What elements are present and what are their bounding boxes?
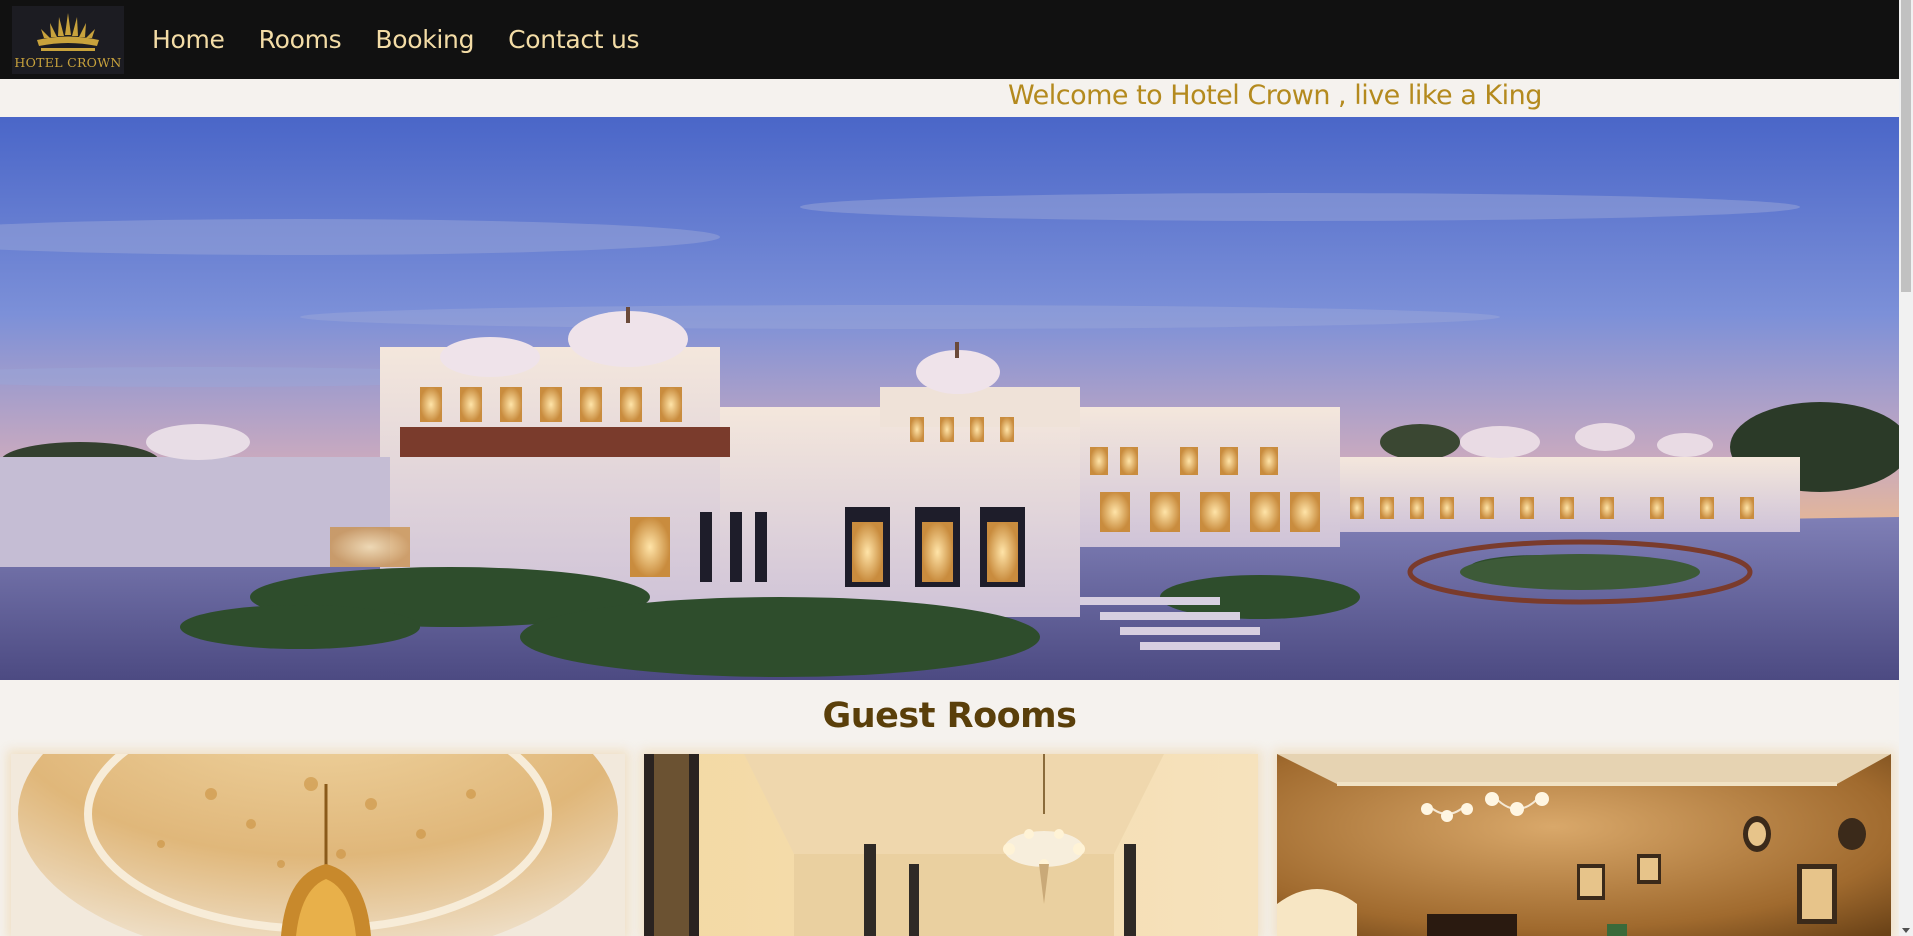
guest-rooms-title: Guest Rooms <box>822 696 1077 736</box>
logo-text: HOTEL CROWN <box>14 55 122 70</box>
chevron-down-icon[interactable] <box>1902 928 1910 933</box>
room-card-3[interactable] <box>1277 754 1891 936</box>
welcome-text: Welcome to Hotel Crown , live like a Kin… <box>1008 80 1542 111</box>
nav-contact[interactable]: Contact us <box>508 25 639 54</box>
main-nav: Home Rooms Booking Contact us <box>152 0 640 79</box>
page-scrollbar[interactable] <box>1899 0 1913 936</box>
nav-home[interactable]: Home <box>152 25 225 54</box>
room-card-2[interactable] <box>644 754 1258 936</box>
crown-icon <box>37 13 99 51</box>
navbar: HOTEL CROWN Home Rooms Booking Contact u… <box>0 0 1899 79</box>
scrollbar-thumb[interactable] <box>1901 0 1911 292</box>
nav-rooms[interactable]: Rooms <box>259 25 342 54</box>
hotel-logo[interactable]: HOTEL CROWN <box>12 6 124 74</box>
nav-booking[interactable]: Booking <box>375 25 474 54</box>
welcome-banner: Welcome to Hotel Crown , live like a Kin… <box>0 79 1899 117</box>
room-card-1[interactable] <box>11 754 625 936</box>
hero-image <box>0 117 1899 680</box>
